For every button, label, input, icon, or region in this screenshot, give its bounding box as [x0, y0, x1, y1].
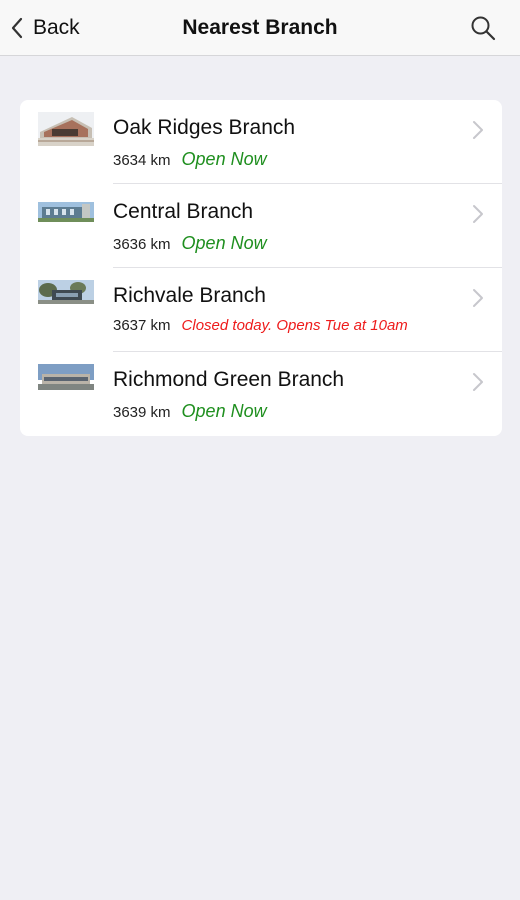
branch-status: Open Now — [181, 149, 267, 169]
chevron-right-icon — [473, 289, 483, 307]
navigation-bar: Back Nearest Branch — [0, 0, 520, 56]
branch-photo — [38, 196, 94, 230]
branch-distance: 3637 km — [113, 317, 171, 334]
branch-photo — [38, 280, 94, 314]
branch-name: Richvale Branch — [113, 284, 266, 307]
branch-row-central[interactable]: Central Branch 3636 km Open Now — [20, 184, 502, 268]
back-button[interactable]: Back — [10, 13, 80, 43]
branch-distance: 3636 km — [113, 236, 171, 253]
chevron-right-icon — [473, 121, 483, 139]
branch-name: Central Branch — [113, 200, 254, 223]
branch-status: Open Now — [181, 401, 267, 421]
branch-name: Richmond Green Branch — [113, 368, 345, 391]
chevron-left-icon — [11, 17, 23, 39]
branch-distance: 3634 km — [113, 152, 171, 169]
branch-status: Open Now — [181, 233, 267, 253]
chevron-right-icon — [473, 205, 483, 223]
branch-list: Oak Ridges Branch 3634 km Open Now Centr… — [20, 100, 502, 436]
branch-photo — [38, 112, 94, 146]
branch-name: Oak Ridges Branch — [113, 116, 296, 139]
chevron-right-icon — [473, 373, 483, 391]
branch-row-richmond-green[interactable]: Richmond Green Branch 3639 km Open Now — [20, 352, 502, 436]
back-label: Back — [33, 16, 80, 39]
branch-distance: 3639 km — [113, 404, 171, 421]
branch-status: Closed today. Opens Tue at 10am — [181, 317, 408, 334]
branch-photo — [38, 364, 94, 398]
branch-row-oak-ridges[interactable]: Oak Ridges Branch 3634 km Open Now — [20, 100, 502, 184]
search-icon[interactable] — [470, 15, 496, 41]
branch-row-richvale[interactable]: Richvale Branch 3637 km Closed today. Op… — [20, 268, 502, 352]
